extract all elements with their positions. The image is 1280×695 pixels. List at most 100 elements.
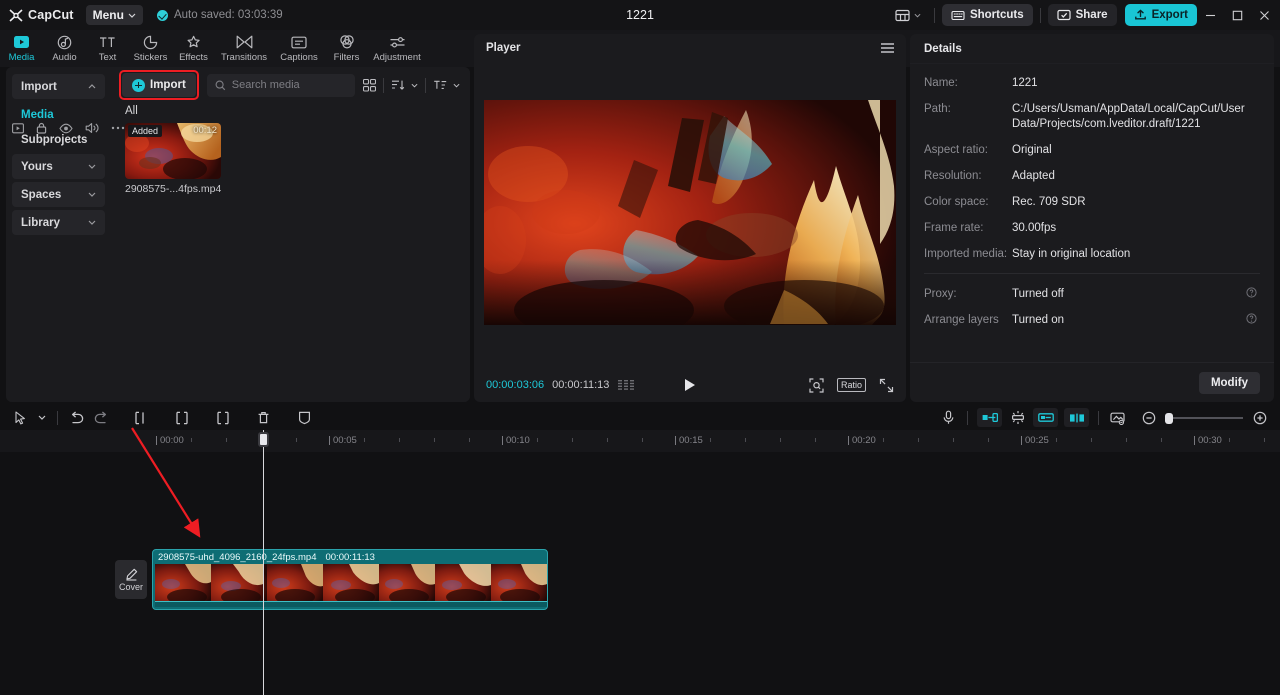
export-icon (1134, 9, 1147, 21)
track-header (0, 113, 125, 143)
share-icon (1057, 9, 1071, 21)
mode-media[interactable]: Media (0, 30, 43, 67)
mode-text[interactable]: Text (86, 30, 129, 67)
mode-label: Adjustment (373, 51, 421, 63)
timeline-clip[interactable]: 2908575-uhd_4096_2160_24fps.mp4 00:00:11… (152, 549, 548, 610)
split-icon[interactable] (128, 405, 153, 430)
autosave-status: Auto saved: 03:03:39 (156, 9, 283, 21)
frames-icon[interactable] (618, 379, 635, 391)
lock-icon[interactable] (36, 122, 47, 134)
auto-cut-icon[interactable] (977, 408, 1002, 427)
media-thumbnail[interactable]: Added 00:12 (125, 123, 221, 179)
auto-captions-icon[interactable] (1005, 405, 1030, 430)
rail-item-import[interactable]: Import (12, 74, 105, 99)
rail-item-spaces[interactable]: Spaces (12, 182, 105, 207)
added-badge: Added (128, 125, 163, 137)
close-button[interactable] (1251, 0, 1278, 30)
chevron-down-icon[interactable] (33, 405, 51, 430)
mask-icon[interactable] (292, 405, 317, 430)
sort-icon[interactable] (391, 79, 405, 91)
grid-view-icon[interactable] (363, 78, 376, 92)
zoom-slider-knob[interactable] (1165, 412, 1173, 424)
chevron-down-icon (88, 192, 96, 197)
share-button[interactable]: Share (1047, 4, 1117, 26)
eye-icon[interactable] (59, 123, 73, 134)
app-logo: CapCut (9, 8, 74, 22)
row-value: Stay in original location (1012, 248, 1131, 260)
player-title: Player (486, 42, 521, 54)
shortcuts-label: Shortcuts (969, 9, 1024, 21)
mode-label: Stickers (133, 51, 168, 63)
delete-icon[interactable] (251, 405, 276, 430)
ratio-button[interactable]: Ratio (836, 378, 866, 392)
menu-button[interactable]: Menu (85, 5, 143, 25)
mode-captions[interactable]: Captions (273, 30, 325, 67)
minimize-button[interactable] (1197, 0, 1224, 30)
search-media-input[interactable]: Search media (206, 73, 355, 97)
search-placeholder: Search media (231, 79, 300, 91)
playhead-handle[interactable] (258, 432, 269, 447)
import-button[interactable]: Import (122, 73, 196, 97)
ruler-label: 00:00 (156, 435, 184, 446)
playhead[interactable] (258, 430, 269, 695)
export-button[interactable]: Export (1124, 4, 1197, 26)
rail-item-library[interactable]: Library (12, 210, 105, 235)
video-track-icon[interactable] (12, 122, 24, 134)
zoom-slider-track[interactable] (1165, 412, 1243, 424)
chevron-down-icon[interactable] (411, 83, 418, 88)
details-body: Name: 1221 Path: C:/Users/Usman/AppData/… (910, 64, 1274, 328)
trim-left-icon[interactable] (169, 405, 194, 430)
video-preview[interactable] (484, 99, 896, 325)
mirror-icon[interactable] (1064, 408, 1089, 427)
select-tool-icon[interactable] (8, 405, 33, 430)
filter-sort-icon[interactable] (433, 79, 447, 91)
cover-button[interactable]: Cover (115, 560, 147, 599)
media-filter-all[interactable]: All (111, 103, 470, 123)
snapshot-icon[interactable] (1105, 405, 1130, 430)
modify-button[interactable]: Modify (1198, 371, 1260, 394)
zoom-in-icon[interactable] (1247, 405, 1272, 430)
transitions-icon (236, 35, 253, 50)
speaker-icon[interactable] (85, 122, 99, 134)
hamburger-icon[interactable] (881, 43, 894, 53)
media-item[interactable]: Added 00:12 2908575-...4fps.mp4 (125, 123, 221, 195)
shortcuts-button[interactable]: Shortcuts (941, 4, 1033, 26)
layout-button[interactable] (889, 4, 927, 26)
maximize-button[interactable] (1224, 0, 1251, 30)
zoom-fit-icon[interactable] (809, 377, 824, 393)
trim-right-icon[interactable] (210, 405, 235, 430)
divider (383, 77, 384, 93)
rail-item-yours[interactable]: Yours (12, 154, 105, 179)
title-bar: CapCut Menu Auto saved: 03:03:39 1221 Sh… (0, 0, 1280, 30)
cover-label: Cover (118, 581, 143, 592)
mode-transitions[interactable]: Transitions (215, 30, 273, 67)
mode-audio[interactable]: Audio (43, 30, 86, 67)
total-time: 00:00:11:13 (552, 379, 610, 391)
help-icon[interactable] (1246, 287, 1260, 302)
player-panel: Player 00:00:03:06 00:00:11:13 Ratio (474, 34, 906, 402)
freeze-icon[interactable] (1033, 408, 1058, 427)
preview-frame (484, 99, 896, 325)
effects-icon (186, 35, 202, 50)
redo-icon[interactable] (89, 405, 114, 430)
mode-filters[interactable]: Filters (325, 30, 368, 67)
mode-adjustment[interactable]: Adjustment (368, 30, 426, 67)
ruler-label: 00:10 (502, 435, 530, 446)
app-name: CapCut (28, 8, 74, 22)
zoom-out-icon[interactable] (1136, 405, 1161, 430)
fullscreen-icon[interactable] (879, 378, 894, 393)
mode-stickers[interactable]: Stickers (129, 30, 172, 67)
play-icon[interactable] (685, 379, 695, 391)
mode-effects[interactable]: Effects (172, 30, 215, 67)
capcut-logo-icon (9, 8, 23, 22)
zoom-slider[interactable] (1165, 412, 1243, 424)
undo-icon[interactable] (64, 405, 89, 430)
more-icon[interactable] (111, 126, 125, 130)
microphone-icon[interactable] (936, 405, 961, 430)
timeline-ruler[interactable]: 00:00 00:05 00:10 00:15 00:20 00:25 00:3… (0, 430, 1280, 452)
mode-label: Captions (280, 51, 318, 63)
clip-thumbnails (155, 564, 547, 602)
chevron-down-icon[interactable] (453, 83, 460, 88)
divider (924, 273, 1260, 274)
help-icon[interactable] (1246, 313, 1260, 328)
